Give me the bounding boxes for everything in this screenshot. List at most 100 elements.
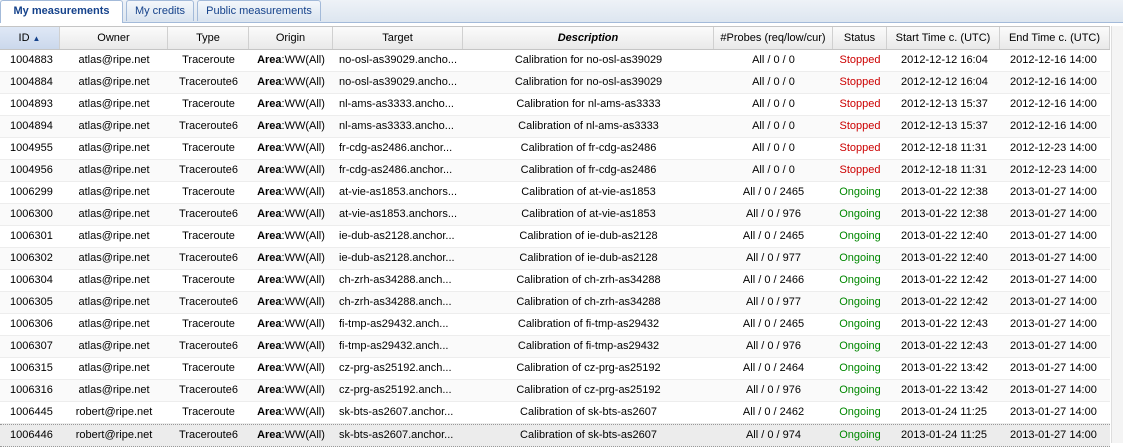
- cell-start-time: 2013-01-22 13:42: [901, 384, 988, 396]
- origin-area-label: Area: [257, 98, 282, 110]
- cell-start-time: 2012-12-13 15:37: [901, 98, 988, 110]
- cell-owner: atlas@ripe.net: [78, 384, 150, 396]
- column-header-description[interactable]: Description: [463, 27, 714, 49]
- cell-end-time: 2013-01-27 14:00: [1010, 296, 1097, 308]
- measurements-grid: ID ▲ Owner Type Origin Target Description…: [0, 26, 1110, 447]
- origin-area-value: :WW(All): [281, 252, 325, 264]
- cell-probes: All / 0 / 977: [745, 296, 802, 308]
- column-header-end-time[interactable]: End Time c. (UTC): [1000, 27, 1110, 49]
- cell-description: Calibration of fi-tmp-as29432: [517, 318, 660, 330]
- cell-probes: All / 0 / 2464: [742, 362, 805, 374]
- origin-area-label: Area: [257, 208, 282, 220]
- cell-owner: atlas@ripe.net: [78, 230, 150, 242]
- cell-type: Traceroute: [182, 274, 235, 286]
- cell-end-time: 2013-01-27 14:00: [1010, 274, 1097, 286]
- cell-type: Traceroute6: [179, 76, 238, 88]
- cell-origin: Area:WW(All): [249, 314, 333, 335]
- grid-body: 1004883 atlas@ripe.net Traceroute Area:WW(A…: [0, 50, 1110, 447]
- cell-owner: atlas@ripe.net: [78, 296, 150, 308]
- cell-description: Calibration of ie-dub-as2128: [519, 252, 658, 264]
- cell-start-time: 2012-12-12 16:04: [901, 76, 988, 88]
- origin-area-value: :WW(All): [281, 406, 325, 418]
- table-row[interactable]: 1006445 robert@ripe.net Traceroute Area:WW(…: [0, 402, 1110, 424]
- origin-area-label: Area: [257, 318, 282, 330]
- cell-status: Ongoing: [839, 274, 881, 286]
- column-header-target[interactable]: Target: [333, 27, 463, 49]
- cell-probes: All / 0 / 976: [745, 208, 802, 220]
- origin-area-value: :WW(All): [281, 208, 325, 220]
- cell-status: Ongoing: [839, 384, 881, 396]
- table-row[interactable]: 1006302 atlas@ripe.net Traceroute6 Area:WW(…: [0, 248, 1110, 270]
- column-header-id-label: ID: [18, 32, 30, 44]
- cell-description: Calibration for no-osl-as39029: [514, 76, 663, 88]
- cell-type: Traceroute6: [179, 296, 238, 308]
- table-row[interactable]: 1004956 atlas@ripe.net Traceroute6 Area:WW(…: [0, 160, 1110, 182]
- cell-origin: Area:WW(All): [249, 50, 333, 71]
- table-row[interactable]: 1006300 atlas@ripe.net Traceroute6 Area:WW(…: [0, 204, 1110, 226]
- table-row[interactable]: 1006304 atlas@ripe.net Traceroute Area:WW(A…: [0, 270, 1110, 292]
- column-header-type[interactable]: Type: [168, 27, 249, 49]
- cell-status: Ongoing: [839, 186, 881, 198]
- origin-area-value: :WW(All): [281, 186, 325, 198]
- cell-end-time: 2012-12-23 14:00: [1010, 142, 1097, 154]
- table-row[interactable]: 1004955 atlas@ripe.net Traceroute Area:WW(A…: [0, 138, 1110, 160]
- table-row[interactable]: 1006307 atlas@ripe.net Traceroute6 Area:WW(…: [0, 336, 1110, 358]
- origin-area-value: :WW(All): [281, 164, 325, 176]
- column-header-status[interactable]: Status: [833, 27, 887, 49]
- origin-area-label: Area: [257, 340, 282, 352]
- cell-description: Calibration of fr-cdg-as2486: [520, 164, 657, 176]
- cell-origin: Area:WW(All): [249, 160, 333, 181]
- cell-end-time: 2012-12-16 14:00: [1010, 98, 1097, 110]
- table-row[interactable]: 1004883 atlas@ripe.net Traceroute Area:WW(A…: [0, 50, 1110, 72]
- table-row[interactable]: 1006305 atlas@ripe.net Traceroute6 Area:WW(…: [0, 292, 1110, 314]
- cell-probes: All / 0 / 2465: [742, 318, 805, 330]
- tab-my-credits[interactable]: My credits: [126, 0, 194, 21]
- table-row[interactable]: 1006306 atlas@ripe.net Traceroute Area:WW(A…: [0, 314, 1110, 336]
- column-header-owner[interactable]: Owner: [60, 27, 168, 49]
- tab-public-measurements[interactable]: Public measurements: [197, 0, 321, 21]
- origin-area-value: :WW(All): [281, 384, 325, 396]
- table-row[interactable]: 1004884 atlas@ripe.net Traceroute6 Area:WW(…: [0, 72, 1110, 94]
- table-row[interactable]: 1006315 atlas@ripe.net Traceroute Area:WW(A…: [0, 358, 1110, 380]
- cell-start-time: 2013-01-22 12:40: [901, 230, 988, 242]
- cell-description: Calibration of fr-cdg-as2486: [520, 142, 657, 154]
- table-row[interactable]: 1004894 atlas@ripe.net Traceroute6 Area:WW(…: [0, 116, 1110, 138]
- cell-origin: Area:WW(All): [249, 116, 333, 137]
- cell-type: Traceroute: [182, 142, 235, 154]
- cell-target: fi-tmp-as29432.anch...: [339, 318, 449, 330]
- origin-area-value: :WW(All): [281, 340, 325, 352]
- cell-target: ch-zrh-as34288.anch...: [339, 274, 452, 286]
- vertical-scrollbar[interactable]: [1111, 26, 1123, 443]
- cell-id: 1004893: [10, 98, 53, 110]
- column-header-id[interactable]: ID ▲: [0, 27, 60, 49]
- cell-probes: All / 0 / 2466: [742, 274, 805, 286]
- cell-start-time: 2012-12-18 11:31: [901, 164, 988, 176]
- column-header-probes[interactable]: #Probes (req/low/cur): [714, 27, 833, 49]
- cell-start-time: 2013-01-22 12:38: [901, 208, 988, 220]
- cell-id: 1004956: [10, 164, 53, 176]
- tab-my-measurements[interactable]: My measurements: [0, 0, 123, 23]
- table-row[interactable]: 1004893 atlas@ripe.net Traceroute Area:WW(A…: [0, 94, 1110, 116]
- cell-description: Calibration for nl-ams-as3333: [516, 98, 661, 110]
- cell-origin: Area:WW(All): [249, 358, 333, 379]
- cell-probes: All / 0 / 976: [745, 340, 802, 352]
- cell-owner: atlas@ripe.net: [78, 164, 150, 176]
- origin-area-value: :WW(All): [281, 362, 325, 374]
- cell-type: Traceroute: [182, 406, 235, 418]
- table-row[interactable]: 1006446 robert@ripe.net Traceroute6 Area:WW…: [0, 424, 1110, 447]
- table-row[interactable]: 1006301 atlas@ripe.net Traceroute Area:WW(A…: [0, 226, 1110, 248]
- cell-type: Traceroute6: [179, 252, 238, 264]
- cell-id: 1004894: [10, 120, 53, 132]
- cell-probes: All / 0 / 2465: [742, 186, 805, 198]
- column-header-origin[interactable]: Origin: [249, 27, 333, 49]
- column-header-start-time[interactable]: Start Time c. (UTC): [887, 27, 1000, 49]
- cell-description: Calibration of ch-zrh-as34288: [516, 296, 661, 308]
- sort-ascending-icon: ▲: [32, 34, 41, 43]
- table-row[interactable]: 1006316 atlas@ripe.net Traceroute6 Area:WW(…: [0, 380, 1110, 402]
- table-row[interactable]: 1006299 atlas@ripe.net Traceroute Area:WW(A…: [0, 182, 1110, 204]
- cell-id: 1006315: [10, 362, 53, 374]
- cell-end-time: 2012-12-23 14:00: [1010, 164, 1097, 176]
- cell-target: at-vie-as1853.anchors...: [339, 208, 458, 220]
- cell-end-time: 2013-01-27 14:00: [1010, 384, 1097, 396]
- cell-start-time: 2013-01-22 12:43: [901, 318, 988, 330]
